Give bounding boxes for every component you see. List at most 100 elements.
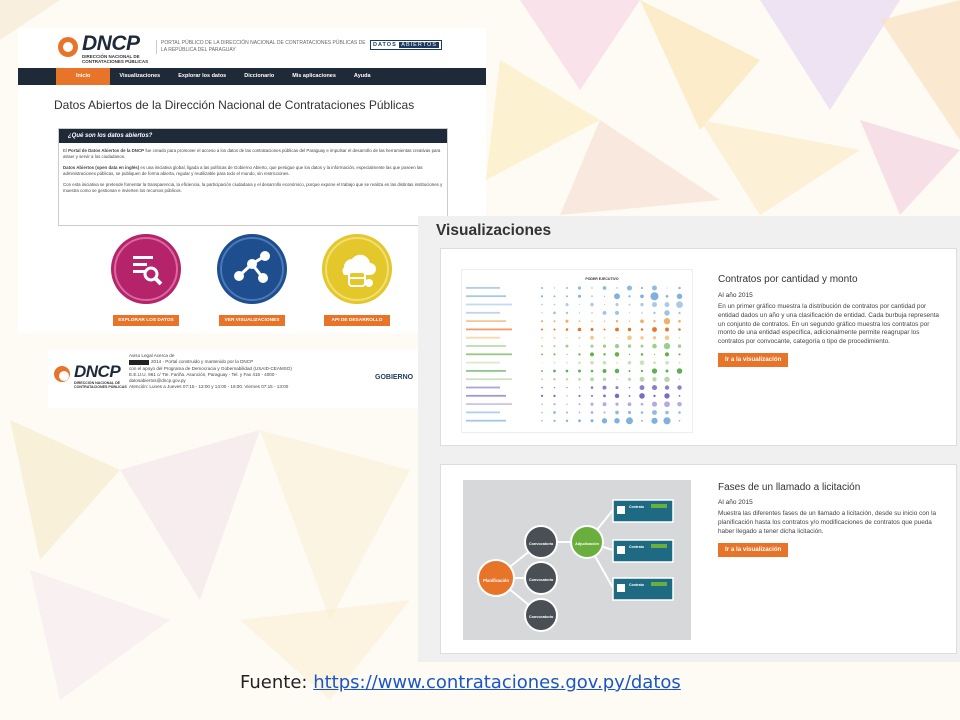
bubble-mark: [553, 403, 556, 406]
paragraph-2: Datos Abiertos (open data en inglés) es …: [63, 165, 423, 176]
bubble-mark: [628, 353, 631, 356]
datos-abiertos-badge[interactable]: DATOS ABIERTOS: [370, 40, 442, 50]
bubble-mark: [614, 352, 620, 357]
bubble-mark: [565, 344, 569, 348]
explore-data-button[interactable]: EXPLORAR LOS DATOS: [113, 315, 179, 326]
bubble-mark: [615, 303, 619, 307]
bubble-mark: [641, 419, 643, 422]
portal-header: DNCP DIRECCIÓN NACIONAL DE CONTRATACIONE…: [18, 28, 486, 68]
nav-diccionario[interactable]: Diccionario: [235, 68, 283, 85]
bubble-mark: [541, 386, 543, 389]
bubble-mark: [653, 320, 656, 323]
paragraph-3: Con esta iniciativa se pretende fomentar…: [63, 182, 443, 193]
bubble-mark: [541, 370, 543, 372]
bubble-mark: [566, 395, 568, 397]
developer-api-icon[interactable]: [322, 234, 392, 304]
source-link[interactable]: https://www.contrataciones.gov.py/datos: [313, 672, 681, 693]
bubble-mark: [628, 386, 631, 389]
bubble-mark: [603, 353, 606, 356]
nav-explorar[interactable]: Explorar los datos: [169, 68, 235, 85]
bubble-mark: [678, 378, 681, 380]
bubble-mark: [566, 353, 568, 355]
dncp-logo-icon: [58, 37, 78, 57]
bubble-mark: [541, 420, 543, 422]
bubble-mark: [677, 385, 682, 390]
bubble-mark: [577, 286, 582, 290]
bubble-chart-thumbnail[interactable]: PODER EJECUTIVO: [461, 269, 693, 433]
box-heading: ¿Qué son los datos abiertos?: [59, 129, 447, 143]
bubble-row-label: [466, 328, 512, 331]
bubble-mark: [566, 295, 568, 298]
bubble-mark: [640, 402, 644, 406]
bubble-mark: [541, 345, 543, 347]
bubble-mark: [614, 310, 620, 315]
bubble-row-label: [466, 336, 500, 339]
phases-diagram-thumbnail[interactable]: Planificación Convocatoria Convocatoria …: [463, 480, 691, 640]
explore-data-icon[interactable]: [111, 234, 181, 304]
nav-mis-aplicaciones[interactable]: Mis aplicaciones: [283, 68, 345, 85]
bubble-mark: [627, 377, 632, 381]
bubble-mark: [590, 344, 594, 348]
bubble-mark: [627, 402, 632, 407]
bubble-mark: [614, 293, 620, 300]
nav-ayuda[interactable]: Ayuda: [345, 68, 380, 85]
bubble-mark: [578, 419, 581, 423]
bubble-mark: [652, 336, 657, 340]
bubble-mark: [640, 353, 644, 356]
bubble-mark: [676, 368, 683, 374]
node-call-1: Convocatoria: [524, 525, 558, 559]
bubble-mark: [665, 360, 669, 365]
bubble-mark: [677, 401, 682, 407]
bubble-mark: [590, 360, 594, 365]
bubble-mark: [627, 344, 632, 348]
viz1-go-button[interactable]: Ir a la visualización: [718, 353, 789, 367]
node-planning: Planificación: [477, 559, 515, 597]
node-contract-2: Contrato: [612, 539, 674, 563]
bubble-mark: [676, 293, 683, 299]
gobierno-logo: GOBIERNO: [375, 374, 414, 381]
view-visualizations-button[interactable]: VER VISUALIZACIONES: [219, 315, 285, 326]
portal-footer-screenshot: DNCP DIRECCIÓN NACIONAL DE CONTRATACIONE…: [48, 350, 418, 408]
bubble-mark: [601, 418, 608, 424]
bubble-mark: [615, 402, 619, 406]
bubble-mark: [602, 310, 607, 315]
bubble-mark: [579, 345, 580, 347]
bubble-row-label: [466, 378, 512, 381]
bubble-mark: [590, 302, 594, 307]
visualizations-icon[interactable]: [217, 234, 287, 304]
bubble-mark: [578, 361, 581, 364]
bubble-mark: [678, 311, 681, 315]
bubble-mark: [603, 304, 606, 306]
dncp-logo[interactable]: DNCP: [82, 32, 140, 56]
developer-api-button[interactable]: API DE DESARROLLO: [324, 315, 390, 326]
bubble-mark: [614, 418, 620, 424]
viz2-go-button[interactable]: Ir a la visualización: [718, 543, 789, 557]
nav-inicio[interactable]: Inicio: [56, 68, 111, 85]
bubble-mark: [627, 327, 632, 332]
bubble-mark: [590, 411, 594, 414]
bubble-mark: [578, 336, 581, 339]
bubble-mark: [603, 394, 606, 398]
bubble-mark: [566, 361, 568, 364]
bubble-mark: [615, 386, 619, 390]
nav-visualizaciones[interactable]: Visualizaciones: [110, 68, 169, 85]
bubble-mark: [541, 336, 543, 339]
viz1-heading[interactable]: Contratos por cantidad y monto: [718, 274, 858, 285]
page-title: Datos Abiertos de la Dirección Nacional …: [54, 98, 415, 112]
bubble-mark: [602, 360, 607, 365]
badge-left: DATOS: [373, 42, 397, 48]
bubble-mark: [541, 362, 543, 364]
svg-text:Contrato: Contrato: [629, 505, 645, 509]
bubble-mark: [565, 369, 569, 373]
bubble-mark: [614, 393, 620, 399]
bubble-mark: [541, 403, 543, 405]
bubble-mark: [663, 342, 671, 350]
bubble-mark: [666, 287, 668, 289]
bubble-mark: [652, 327, 657, 332]
viz2-heading[interactable]: Fases de un llamado a licitación: [718, 482, 860, 493]
bubble-mark: [677, 344, 682, 348]
bubble-mark: [578, 353, 581, 356]
bubble-mark: [651, 401, 658, 407]
bubble-mark: [602, 402, 607, 407]
bubble-row-label: [466, 345, 506, 347]
